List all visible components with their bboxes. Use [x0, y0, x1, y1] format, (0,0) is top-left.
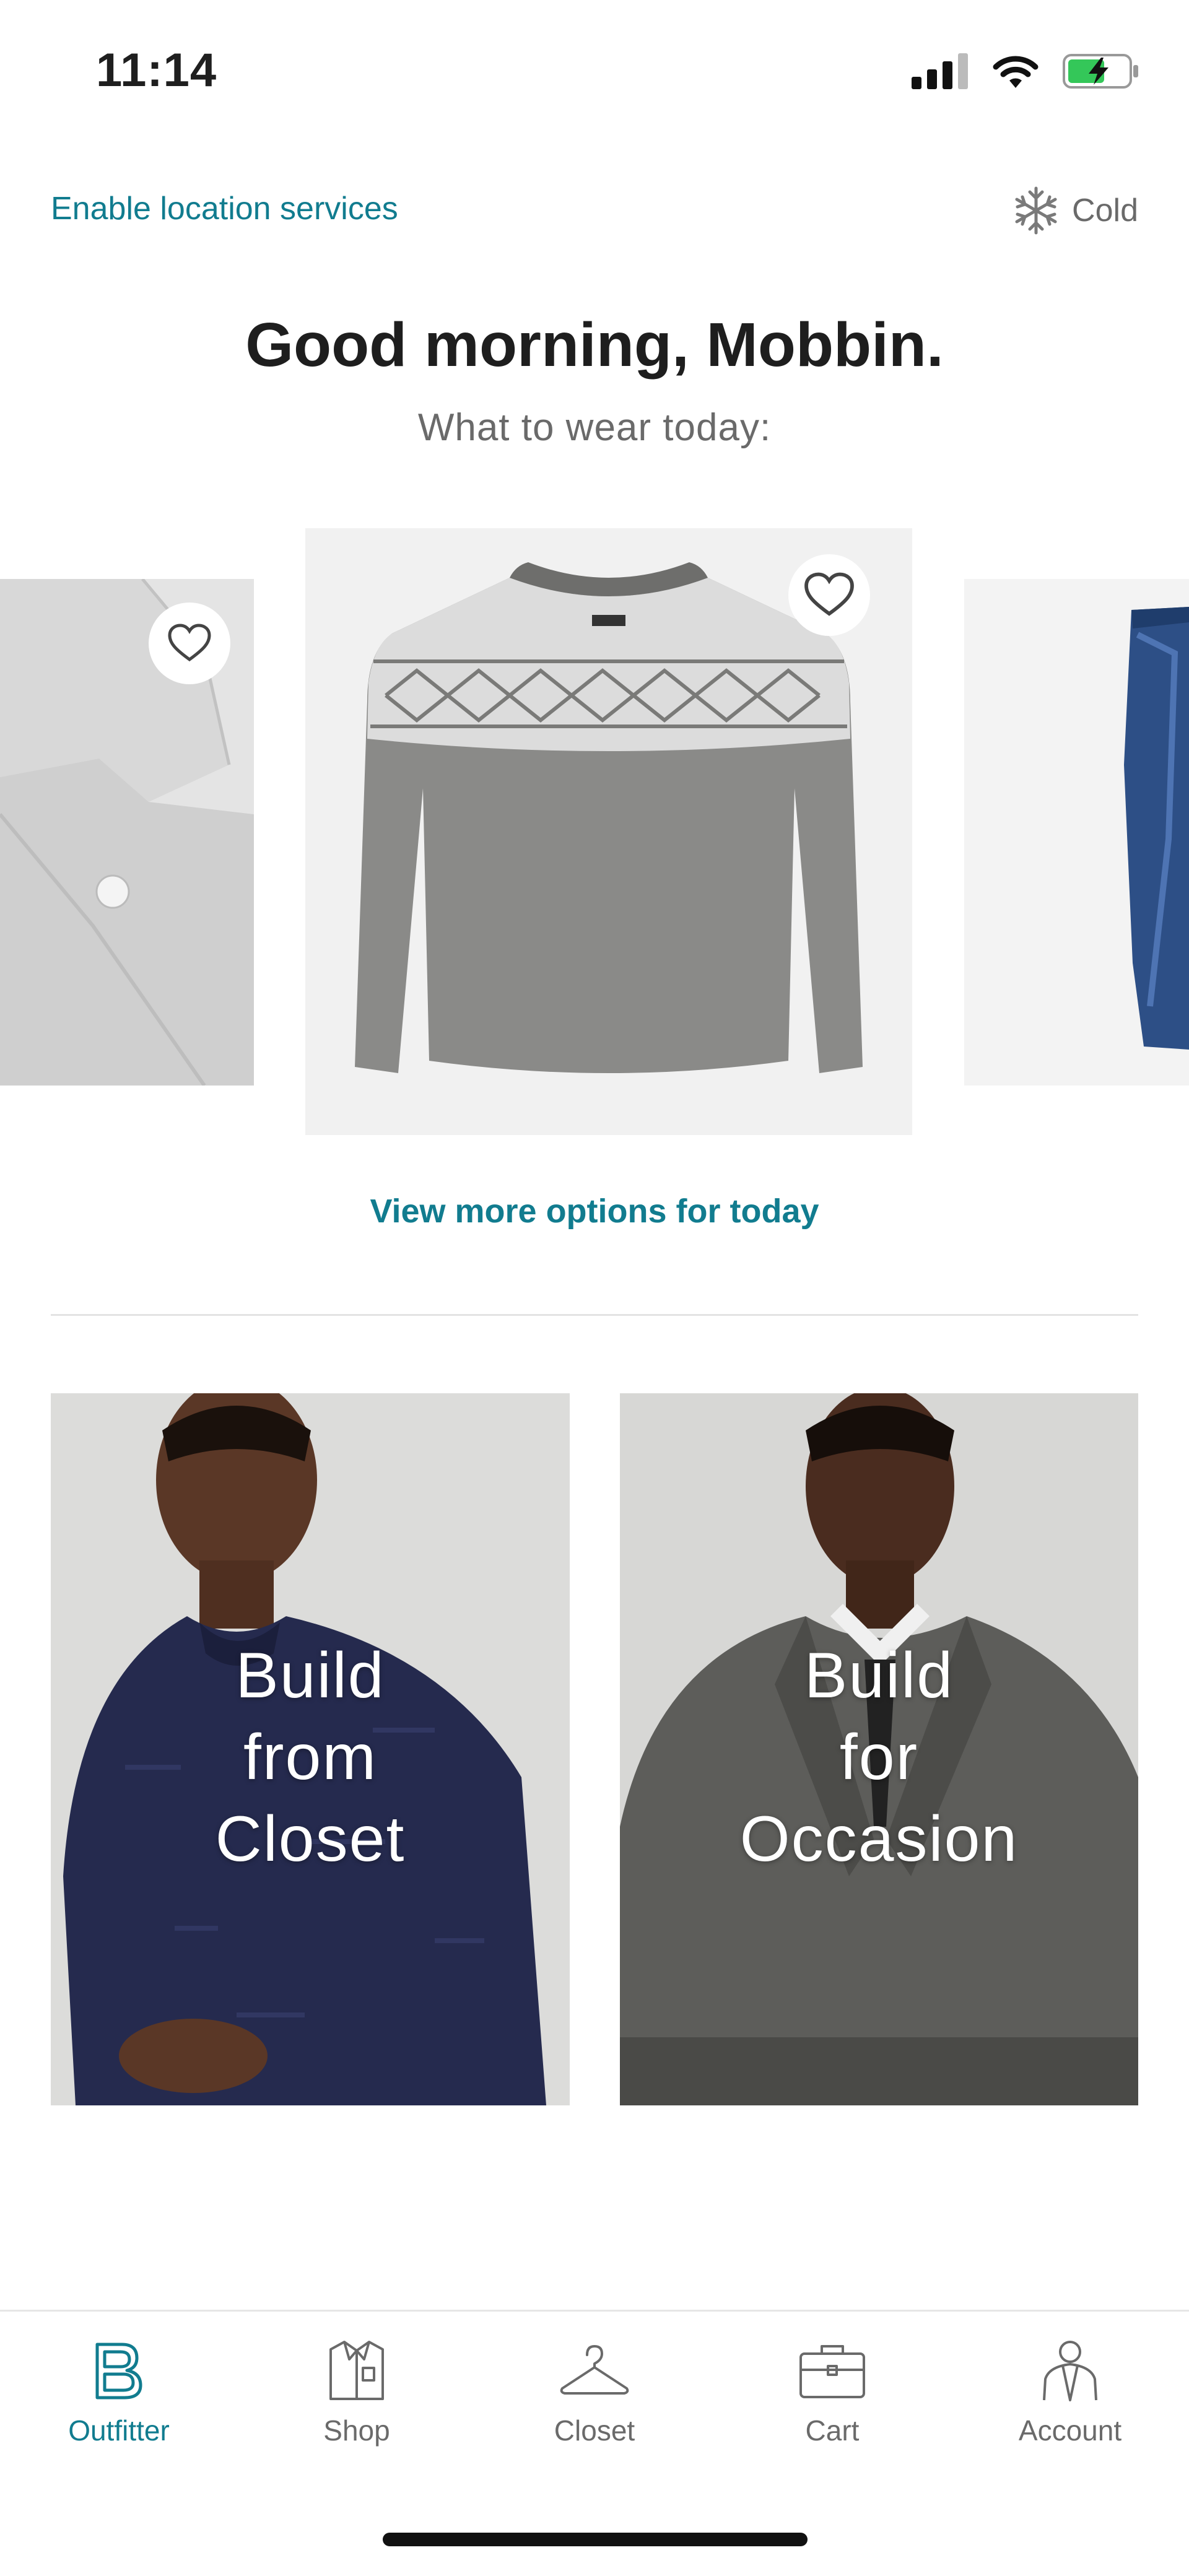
shirt-icon — [329, 2341, 384, 2400]
build-from-closet-label: Build from Closet — [51, 1635, 570, 1880]
carousel-item-jeans[interactable] — [964, 579, 1189, 1086]
heart-outline-icon — [804, 572, 854, 616]
cellular-signal-icon — [912, 53, 968, 89]
tab-label: Outfitter — [68, 2414, 170, 2447]
tab-label: Shop — [323, 2414, 390, 2447]
section-divider — [51, 1314, 1138, 1316]
tab-label: Closet — [554, 2414, 635, 2447]
tile-label-line: Occasion — [739, 1803, 1019, 1875]
build-for-occasion-label: Build for Occasion — [620, 1635, 1138, 1880]
tile-label-line: for — [839, 1721, 919, 1793]
jeans-image — [964, 579, 1189, 1086]
battery-charging-icon — [1063, 54, 1138, 89]
weather-label: Cold — [1072, 193, 1138, 228]
tile-label-line: Build — [235, 1640, 385, 1712]
home-indicator — [383, 2533, 808, 2546]
tab-label: Account — [1018, 2414, 1122, 2447]
tile-label-line: Build — [804, 1640, 954, 1712]
build-from-closet-tile[interactable]: Build from Closet — [51, 1393, 570, 2105]
carousel-item-sweater[interactable] — [305, 528, 912, 1135]
tab-closet[interactable]: Closet — [476, 2333, 713, 2447]
build-for-occasion-tile[interactable]: Build for Occasion — [620, 1393, 1138, 2105]
favorite-button[interactable] — [788, 554, 870, 636]
wifi-icon — [993, 56, 1039, 88]
weather-indicator: Cold — [1011, 186, 1138, 235]
tab-label: Cart — [805, 2414, 860, 2447]
bonobos-b-icon — [95, 2343, 142, 2400]
view-more-options-link[interactable]: View more options for today — [0, 1192, 1189, 1230]
person-icon — [1043, 2341, 1097, 2401]
greeting-title: Good morning, Mobbin. — [245, 310, 944, 380]
favorite-button[interactable] — [149, 603, 230, 684]
carousel-item-shirt[interactable] — [0, 579, 254, 1086]
briefcase-icon — [799, 2345, 865, 2398]
tab-shop[interactable]: Shop — [238, 2333, 476, 2447]
enable-location-link[interactable]: Enable location services — [51, 190, 398, 227]
snowflake-icon — [1015, 186, 1057, 235]
hanger-icon — [560, 2345, 629, 2395]
tab-outfitter[interactable]: Outfitter — [0, 2333, 238, 2447]
heart-outline-icon — [168, 624, 211, 662]
greeting-subtitle: What to wear today: — [417, 406, 772, 449]
tab-cart[interactable]: Cart — [713, 2333, 951, 2447]
tile-label-line: from — [243, 1721, 377, 1793]
status-time: 11:14 — [96, 44, 217, 97]
status-icons — [912, 53, 1139, 90]
tab-account[interactable]: Account — [951, 2333, 1189, 2447]
tile-label-line: Closet — [215, 1803, 406, 1875]
